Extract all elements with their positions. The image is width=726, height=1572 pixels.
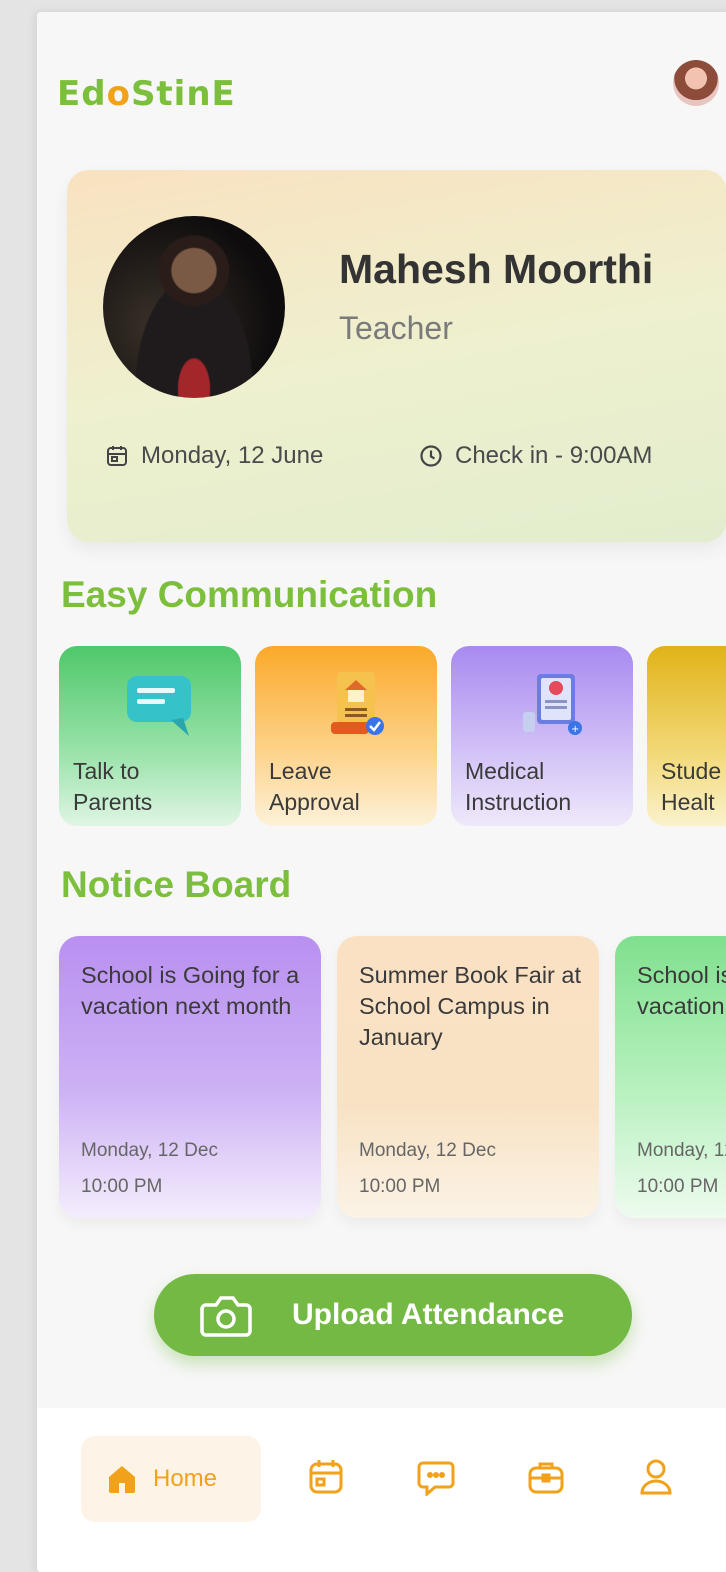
- tile-label: Leave Approval: [269, 758, 360, 815]
- tile-medical-instruction[interactable]: + Medical Instruction: [451, 646, 633, 826]
- home-icon: [109, 1466, 135, 1493]
- notice-card[interactable]: School is Going for a vacation next mont…: [59, 936, 321, 1218]
- bottom-nav: Home: [37, 1408, 726, 1572]
- communication-tiles: Talk to Parents Leave Approval + Medical…: [59, 646, 726, 826]
- tile-label: Medical Instruction: [465, 758, 572, 815]
- date-text: Monday, 12 June: [141, 442, 324, 469]
- clock-icon: [420, 445, 442, 467]
- app-logo: EdoStinE: [57, 74, 236, 114]
- upload-label: Upload Attendance: [292, 1298, 565, 1331]
- logo-part: o: [106, 74, 131, 114]
- camera-icon: [200, 1296, 252, 1337]
- tile-student-health[interactable]: Stude Healt: [647, 646, 726, 826]
- notice-date: Monday, 12 Dec: [637, 1140, 726, 1161]
- profile-photo: [103, 216, 285, 398]
- notice-date: Monday, 12 Dec: [359, 1140, 496, 1161]
- notice-card[interactable]: Summer Book Fair at School Campus in Jan…: [337, 936, 599, 1218]
- notice-time: 10:00 PM: [637, 1176, 719, 1197]
- profile-icon[interactable]: [637, 1458, 675, 1496]
- notice-list: School is Going for a vacation next mont…: [59, 936, 726, 1218]
- calendar-icon: [107, 446, 127, 466]
- notice-text: Summer Book Fair at School Campus in Jan…: [359, 962, 582, 1050]
- profile-role: Teacher: [339, 310, 453, 346]
- logo-part: StinE: [130, 74, 236, 114]
- tile-leave-approval[interactable]: Leave Approval: [255, 646, 437, 826]
- notice-time: 10:00 PM: [81, 1176, 163, 1197]
- logo-part: Ed: [57, 74, 107, 114]
- upload-attendance-button[interactable]: Upload Attendance: [154, 1274, 632, 1356]
- notice-card[interactable]: School is Going for a vacation next mont…: [615, 936, 726, 1218]
- tile-label: Stude Healt: [661, 758, 722, 815]
- user-avatar-button[interactable]: [673, 60, 719, 106]
- tile-talk-to-parents[interactable]: Talk to Parents: [59, 646, 241, 826]
- calendar-icon[interactable]: [307, 1458, 345, 1496]
- checkin-text: Check in - 9:00AM: [455, 442, 653, 469]
- chat-bubble-icon: [127, 676, 191, 736]
- nav-home-label: Home: [153, 1465, 218, 1492]
- svg-text:+: +: [571, 724, 579, 735]
- chat-icon[interactable]: [417, 1458, 455, 1496]
- leave-document-icon: [331, 672, 384, 735]
- nav-home[interactable]: Home: [81, 1436, 261, 1522]
- profile-card: Mahesh Moorthi Teacher Monday, 12 June C…: [67, 170, 726, 542]
- profile-name: Mahesh Moorthi: [339, 246, 654, 292]
- checkin-info: Check in - 9:00AM: [419, 442, 652, 470]
- notice-text: School is Going for a vacation next mont…: [637, 962, 726, 1019]
- briefcase-icon[interactable]: [527, 1458, 565, 1496]
- tile-label: Talk to Parents: [73, 758, 153, 815]
- notice-date: Monday, 12 Dec: [81, 1140, 218, 1161]
- notice-time: 10:00 PM: [359, 1176, 441, 1197]
- communication-title: Easy Communication: [61, 574, 438, 615]
- medical-report-icon: +: [523, 674, 582, 735]
- app-screen: EdoStinE Mahesh Moorthi Teacher Monday, …: [37, 12, 726, 1572]
- date-info: Monday, 12 June: [105, 442, 323, 470]
- notice-text: School is Going for a vacation next mont…: [81, 962, 300, 1019]
- notice-board-title: Notice Board: [61, 864, 292, 905]
